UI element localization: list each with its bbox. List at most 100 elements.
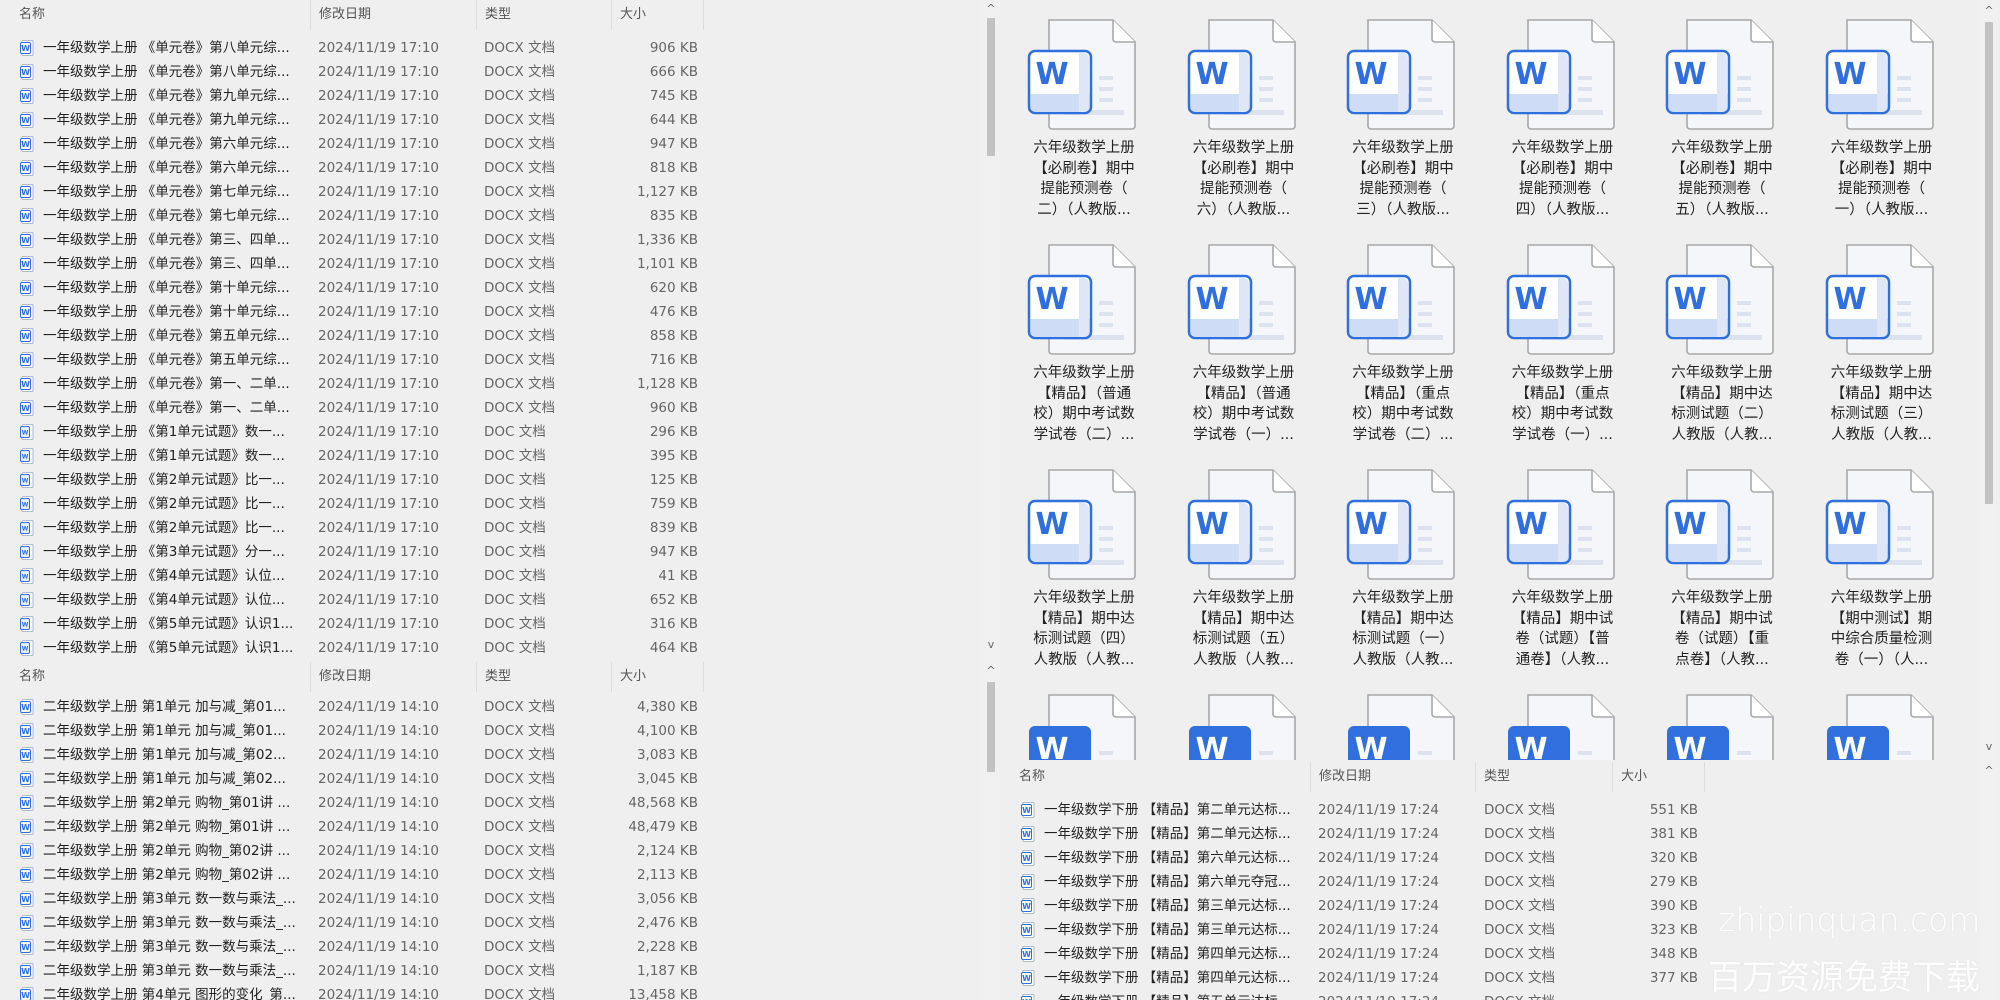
file-row[interactable]: W 二年级数学上册 第2单元 购物_第02讲 ... 2024/11/19 14… bbox=[0, 863, 982, 887]
column-header-type[interactable]: 类型 bbox=[477, 662, 612, 692]
file-row[interactable]: W 一年级数学上册 《单元卷》第十单元综... 2024/11/19 17:10… bbox=[0, 276, 982, 300]
word-document-large-icon: W bbox=[1346, 244, 1455, 355]
scrollbar-bottom-right[interactable]: ^ bbox=[1980, 760, 1998, 1000]
file-row[interactable]: W 一年级数学上册 《单元卷》第五单元综... 2024/11/19 17:10… bbox=[0, 324, 982, 348]
file-tile[interactable]: W 六年级数学上册 【必刷卷】期中 提能预测卷（ 二）（人教版... bbox=[1009, 18, 1159, 238]
file-tile[interactable]: W bbox=[1647, 693, 1797, 760]
file-tile[interactable]: W 六年级数学上册 【精品】期中试 卷（试题）【重 点卷】（人教... bbox=[1647, 468, 1797, 688]
file-row[interactable]: W 一年级数学上册 《第5单元试题》认识1... 2024/11/19 17:1… bbox=[0, 636, 982, 660]
column-header-type[interactable]: 类型 bbox=[477, 0, 612, 30]
file-tile[interactable]: W 六年级数学上册 【精品】（普通 校）期中考试数 学试卷（一）... bbox=[1169, 243, 1319, 463]
file-tile[interactable]: W 六年级数学上册 【精品】期中达 标测试题（四） 人教版（人教... bbox=[1009, 468, 1159, 688]
file-tile[interactable]: W 六年级数学上册 【必刷卷】期中 提能预测卷（ 四）（人教版... bbox=[1488, 18, 1638, 238]
file-tile[interactable]: W 六年级数学上册 【必刷卷】期中 提能预测卷（ 一）（人教版... bbox=[1807, 18, 1957, 238]
file-row[interactable]: W 一年级数学下册 【精品】第二单元达标... 2024/11/19 17:24… bbox=[1000, 798, 1980, 822]
file-tile[interactable]: W 六年级数学上册 【精品】（普通 校）期中考试数 学试卷（二）... bbox=[1009, 243, 1159, 463]
file-row[interactable]: W 一年级数学上册 《单元卷》第八单元综... 2024/11/19 17:10… bbox=[0, 60, 982, 84]
scroll-up-arrow-icon[interactable]: ^ bbox=[982, 2, 1000, 15]
file-tile[interactable]: W bbox=[1488, 693, 1638, 760]
file-icon-wrap: W bbox=[1021, 966, 1035, 990]
file-row[interactable]: W 一年级数学上册 《第2单元试题》比一... 2024/11/19 17:10… bbox=[0, 468, 982, 492]
file-row[interactable]: W 一年级数学上册 《第4单元试题》认位... 2024/11/19 17:10… bbox=[0, 588, 982, 612]
scrollbar-top-left[interactable]: ^ v bbox=[982, 0, 1000, 660]
file-row[interactable]: W 二年级数学上册 第2单元 购物_第02讲 ... 2024/11/19 14… bbox=[0, 839, 982, 863]
file-row[interactable]: W 二年级数学上册 第1单元 加与减_第02... 2024/11/19 14:… bbox=[0, 767, 982, 791]
file-tile[interactable]: W bbox=[1009, 693, 1159, 760]
file-row[interactable]: W 一年级数学上册 《单元卷》第九单元综... 2024/11/19 17:10… bbox=[0, 108, 982, 132]
file-tile[interactable]: W 六年级数学上册 【精品】（重点 校）期中考试数 学试卷（二）... bbox=[1328, 243, 1478, 463]
scrollbar-bottom-left[interactable]: ^ bbox=[982, 660, 1000, 1000]
file-size: 464 KB bbox=[649, 640, 698, 656]
scroll-down-arrow-icon[interactable]: v bbox=[982, 638, 1000, 651]
file-row[interactable]: W 一年级数学上册 《单元卷》第三、四单... 2024/11/19 17:10… bbox=[0, 228, 982, 252]
file-tile[interactable]: W bbox=[1169, 693, 1319, 760]
column-header-size[interactable]: 大小 bbox=[1613, 762, 1705, 792]
file-row[interactable]: W 一年级数学上册 《单元卷》第七单元综... 2024/11/19 17:10… bbox=[0, 204, 982, 228]
column-header-type[interactable]: 类型 bbox=[1476, 762, 1613, 792]
scrollbar-icon-grid[interactable]: ^ v bbox=[1980, 0, 1998, 760]
file-row[interactable]: W 一年级数学上册 《第1单元试题》数一... 2024/11/19 17:10… bbox=[0, 444, 982, 468]
file-row[interactable]: W 一年级数学上册 《单元卷》第八单元综... 2024/11/19 17:10… bbox=[0, 36, 982, 60]
column-header-date[interactable]: 修改日期 bbox=[1311, 762, 1476, 792]
file-tile[interactable]: W 六年级数学上册 【必刷卷】期中 提能预测卷（ 六）（人教版... bbox=[1169, 18, 1319, 238]
scroll-up-arrow-icon[interactable]: ^ bbox=[1980, 764, 1998, 777]
file-row[interactable]: W 一年级数学上册 《单元卷》第三、四单... 2024/11/19 17:10… bbox=[0, 252, 982, 276]
file-row[interactable]: W 一年级数学上册 《单元卷》第六单元综... 2024/11/19 17:10… bbox=[0, 132, 982, 156]
scroll-down-arrow-icon[interactable]: v bbox=[1980, 740, 1998, 753]
column-header-name[interactable]: 名称 bbox=[1000, 762, 1311, 792]
file-row[interactable]: W 二年级数学上册 第1单元 加与减_第02... 2024/11/19 14:… bbox=[0, 743, 982, 767]
file-row[interactable]: W 一年级数学上册 《单元卷》第六单元综... 2024/11/19 17:10… bbox=[0, 156, 982, 180]
file-name: 二年级数学上册 第3单元 数一数与乘法_... bbox=[43, 963, 296, 979]
file-tile[interactable]: W 六年级数学上册 【精品】期中达 标测试题（五） 人教版（人教... bbox=[1169, 468, 1319, 688]
file-tile[interactable]: W 六年级数学上册 【期中测试】期 中综合质量检测 卷（一）（人... bbox=[1807, 468, 1957, 688]
file-row[interactable]: W 二年级数学上册 第3单元 数一数与乘法_... 2024/11/19 14:… bbox=[0, 935, 982, 959]
file-tile[interactable]: W 六年级数学上册 【精品】期中试 卷（试题）【普 通卷】（人教... bbox=[1488, 468, 1638, 688]
file-row[interactable]: W 二年级数学上册 第1单元 加与减_第01... 2024/11/19 14:… bbox=[0, 695, 982, 719]
scroll-thumb[interactable] bbox=[1985, 22, 1993, 504]
file-row[interactable]: W 一年级数学上册 《单元卷》第一、二单... 2024/11/19 17:10… bbox=[0, 396, 982, 420]
file-row[interactable]: W 一年级数学上册 《单元卷》第十单元综... 2024/11/19 17:10… bbox=[0, 300, 982, 324]
file-tile[interactable]: W bbox=[1328, 693, 1478, 760]
column-header-date[interactable]: 修改日期 bbox=[311, 0, 477, 30]
file-row[interactable]: W 一年级数学上册 《单元卷》第七单元综... 2024/11/19 17:10… bbox=[0, 180, 982, 204]
file-tile[interactable]: W bbox=[1807, 693, 1957, 760]
file-row[interactable]: W 一年级数学上册 《单元卷》第五单元综... 2024/11/19 17:10… bbox=[0, 348, 982, 372]
file-tile[interactable]: W 六年级数学上册 【必刷卷】期中 提能预测卷（ 三）（人教版... bbox=[1328, 18, 1478, 238]
file-row[interactable]: W 一年级数学上册 《第3单元试题》分一... 2024/11/19 17:10… bbox=[0, 540, 982, 564]
scroll-thumb[interactable] bbox=[987, 682, 995, 772]
file-row[interactable]: W 一年级数学上册 《第1单元试题》数一... 2024/11/19 17:10… bbox=[0, 420, 982, 444]
caption-line: 提能预测卷（ bbox=[1678, 181, 1766, 197]
file-row[interactable]: W 二年级数学上册 第4单元 图形的变化_第... 2024/11/19 14:… bbox=[0, 983, 982, 1000]
file-row[interactable]: W 一年级数学下册 【精品】第六单元达标... 2024/11/19 17:24… bbox=[1000, 846, 1980, 870]
column-header-size[interactable]: 大小 bbox=[612, 0, 704, 30]
caption-line: 【精品】期中达 bbox=[1671, 385, 1773, 402]
file-row[interactable]: W 二年级数学上册 第3单元 数一数与乘法_... 2024/11/19 14:… bbox=[0, 887, 982, 911]
svg-text:W: W bbox=[22, 598, 29, 605]
file-row[interactable]: W 一年级数学上册 《第2单元试题》比一... 2024/11/19 17:10… bbox=[0, 516, 982, 540]
scroll-up-arrow-icon[interactable]: ^ bbox=[982, 664, 1000, 677]
file-row[interactable]: W 二年级数学上册 第2单元 购物_第01讲 ... 2024/11/19 14… bbox=[0, 791, 982, 815]
file-row[interactable]: W 二年级数学上册 第3单元 数一数与乘法_... 2024/11/19 14:… bbox=[0, 959, 982, 983]
file-row[interactable]: W 二年级数学上册 第1单元 加与减_第01... 2024/11/19 14:… bbox=[0, 719, 982, 743]
file-row[interactable]: W 一年级数学上册 《第2单元试题》比一... 2024/11/19 17:10… bbox=[0, 492, 982, 516]
file-tile[interactable]: W 六年级数学上册 【精品】期中达 标测试题（一） 人教版（人教... bbox=[1328, 468, 1478, 688]
file-tile[interactable]: W 六年级数学上册 【精品】期中达 标测试题（二） 人教版（人教... bbox=[1647, 243, 1797, 463]
file-row[interactable]: W 一年级数学下册 【精品】第六单元夺冠... 2024/11/19 17:24… bbox=[1000, 870, 1980, 894]
column-header-size[interactable]: 大小 bbox=[612, 662, 704, 692]
file-tile[interactable]: W 六年级数学上册 【必刷卷】期中 提能预测卷（ 五）（人教版... bbox=[1647, 18, 1797, 238]
column-header-date[interactable]: 修改日期 bbox=[311, 662, 477, 692]
file-row[interactable]: W 一年级数学上册 《第5单元试题》认识1... 2024/11/19 17:1… bbox=[0, 612, 982, 636]
file-tile[interactable]: W 六年级数学上册 【精品】期中达 标测试题（三） 人教版（人教... bbox=[1807, 243, 1957, 463]
file-size: 759 KB bbox=[649, 496, 698, 512]
file-row[interactable]: W 二年级数学上册 第2单元 购物_第01讲 ... 2024/11/19 14… bbox=[0, 815, 982, 839]
file-row[interactable]: W 一年级数学上册 《单元卷》第九单元综... 2024/11/19 17:10… bbox=[0, 84, 982, 108]
file-row[interactable]: W 二年级数学上册 第3单元 数一数与乘法_... 2024/11/19 14:… bbox=[0, 911, 982, 935]
file-tile[interactable]: W 六年级数学上册 【精品】（重点 校）期中考试数 学试卷（一）... bbox=[1488, 243, 1638, 463]
file-row[interactable]: W 一年级数学上册 《单元卷》第一、二单... 2024/11/19 17:10… bbox=[0, 372, 982, 396]
file-row[interactable]: W 一年级数学上册 《第4单元试题》认位... 2024/11/19 17:10… bbox=[0, 564, 982, 588]
file-name: 二年级数学上册 第2单元 购物_第01讲 ... bbox=[43, 819, 291, 835]
caption-line: 校）期中考试数 bbox=[1511, 406, 1614, 422]
file-row[interactable]: W 一年级数学下册 【精品】第二单元达标... 2024/11/19 17:24… bbox=[1000, 822, 1980, 846]
scroll-up-arrow-icon[interactable]: ^ bbox=[1980, 4, 1998, 17]
scroll-thumb[interactable] bbox=[987, 18, 995, 156]
